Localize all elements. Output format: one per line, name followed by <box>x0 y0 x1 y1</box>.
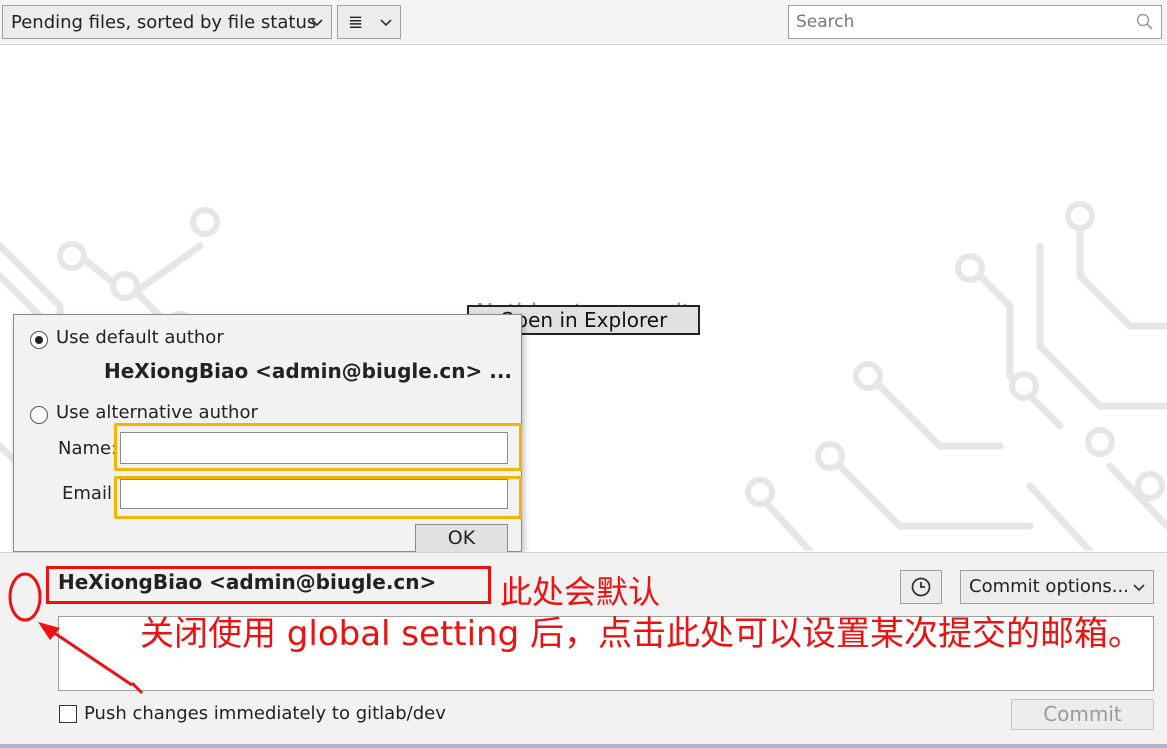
commit-author-highlight <box>46 566 491 604</box>
name-label: Name: <box>58 438 118 459</box>
email-field-container <box>120 479 508 509</box>
search-icon[interactable] <box>1135 12 1155 32</box>
push-changes-checkbox[interactable] <box>59 705 77 723</box>
annotation-click-hint: 关闭使用 global setting 后，点击此处可以设置某次提交的邮箱。 <box>140 614 1142 654</box>
commit-panel: HeXiongBiao <admin@biugle.cn> 此处会默认 Comm… <box>0 552 1167 748</box>
sort-dropdown[interactable]: Pending files, sorted by file status <box>2 5 332 39</box>
commit-options-label: Commit options... <box>969 576 1129 597</box>
annotation-default-hint: 此处会默认 <box>500 573 661 611</box>
chevron-down-icon <box>380 19 392 27</box>
email-label: Email: <box>62 483 119 504</box>
use-alternative-author-radio[interactable] <box>30 406 48 424</box>
ok-button[interactable]: OK <box>415 524 508 553</box>
commit-options-dropdown[interactable]: Commit options... <box>960 570 1154 604</box>
toolbar: Pending files, sorted by file status ≣ <box>0 0 1167 45</box>
use-default-author-radio[interactable] <box>30 331 48 349</box>
history-button[interactable] <box>900 570 942 604</box>
search-input[interactable] <box>789 6 1129 38</box>
name-field-container <box>120 432 508 464</box>
email-field[interactable] <box>121 480 507 508</box>
default-author-value: HeXiongBiao <admin@biugle.cn> ... <box>104 359 513 383</box>
view-options-dropdown[interactable]: ≣ <box>337 5 401 39</box>
push-changes-label[interactable]: Push changes immediately to gitlab/dev <box>84 703 446 724</box>
sort-dropdown-label: Pending files, sorted by file status <box>11 11 317 33</box>
use-alternative-author-label[interactable]: Use alternative author <box>56 402 258 423</box>
search-box[interactable] <box>788 5 1162 39</box>
chevron-down-icon <box>1133 584 1145 592</box>
list-view-icon: ≣ <box>348 11 364 33</box>
use-default-author-label[interactable]: Use default author <box>56 327 224 348</box>
status-strip <box>0 744 1167 748</box>
chevron-down-icon <box>311 19 323 27</box>
commit-button[interactable]: Commit <box>1011 699 1154 730</box>
clock-icon <box>911 577 931 597</box>
name-field[interactable] <box>121 433 507 463</box>
author-popup: Use default author HeXiongBiao <admin@bi… <box>13 314 522 553</box>
